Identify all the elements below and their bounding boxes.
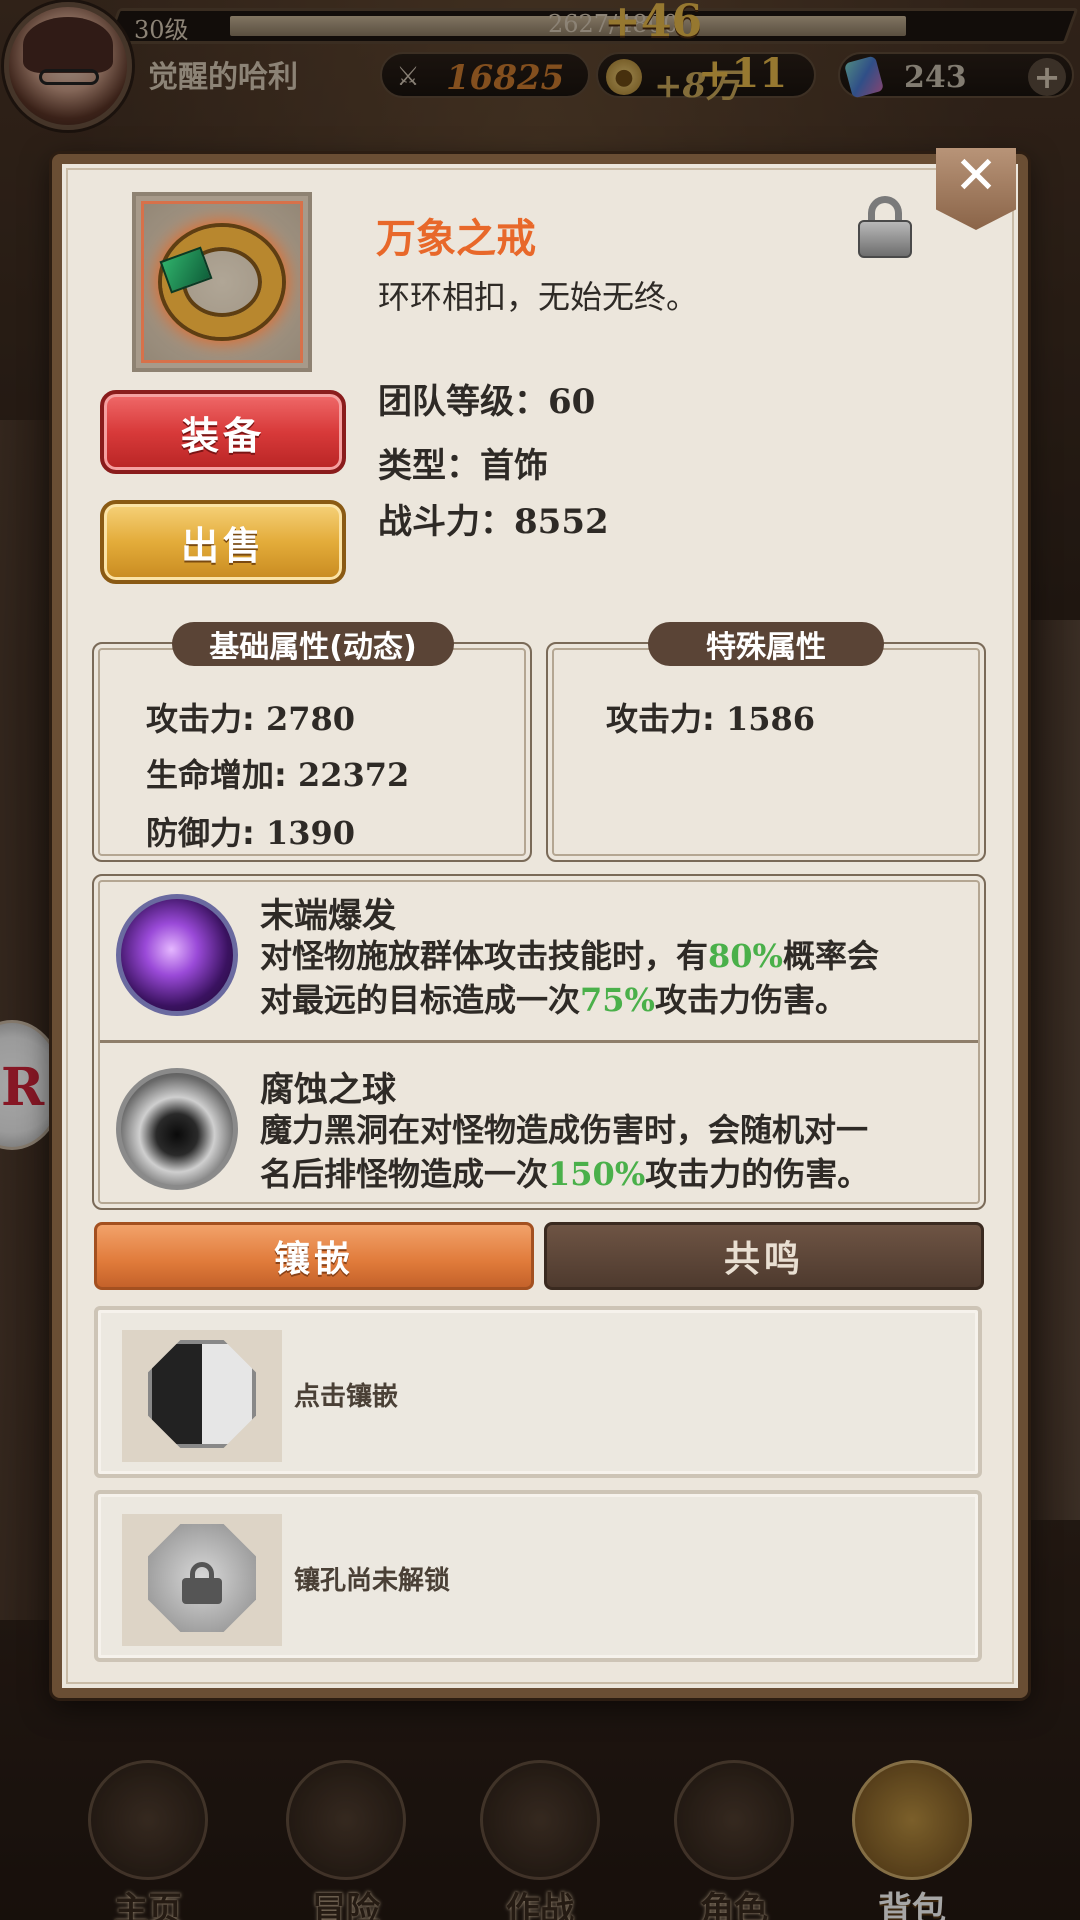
base-attributes-title: 基础属性(动态) (172, 622, 454, 666)
lock-icon[interactable] (858, 196, 912, 258)
empty-socket-icon (148, 1340, 256, 1448)
skill-name: 末端爆发 (260, 896, 396, 936)
skill-description: 魔力黑洞在对怪物造成伤害时，会随机对一 名后排怪物造成一次150%攻击力的伤害。 (260, 1108, 869, 1196)
socket-slot-empty[interactable]: 点击镶嵌 (94, 1306, 982, 1478)
attr-value: 1586 (725, 700, 816, 738)
team-level-label: 团队等级： (378, 382, 548, 422)
type-line: 类型：首饰 (378, 438, 548, 487)
skill-text-part: 魔力黑洞在对怪物造成伤害时，会随机对一 (260, 1111, 869, 1149)
special-attributes-panel (546, 642, 986, 862)
skill-text-part: 概率会 (782, 937, 879, 975)
padlock-icon (182, 1562, 222, 1604)
power-line: 战斗力：8552 (378, 494, 609, 543)
tab-resonance[interactable]: 共鸣 (544, 1222, 984, 1290)
special-attributes-title: 特殊属性 (648, 622, 884, 666)
attr-label: 攻击力: (606, 700, 715, 738)
type-value: 首饰 (480, 446, 548, 486)
attr-row: 防御力: 1390 (146, 808, 355, 854)
socket-art (122, 1514, 282, 1646)
type-label: 类型： (378, 446, 480, 486)
skills-divider (100, 1040, 978, 1043)
socket-art (122, 1330, 282, 1462)
socket-label: 点击镶嵌 (294, 1382, 399, 1412)
tab-inlay[interactable]: 镶嵌 (94, 1222, 534, 1290)
ring-gem (159, 246, 213, 294)
attr-label: 攻击力: (146, 700, 255, 738)
item-icon-frame (132, 192, 312, 372)
attr-row: 攻击力: 1586 (606, 694, 815, 740)
skill-text-part: 攻击力的伤害。 (645, 1155, 870, 1193)
skill-highlight: 80% (708, 937, 783, 975)
skill-description: 对怪物施放群体攻击技能时，有80%概率会 对最远的目标造成一次75%攻击力伤害。 (260, 934, 879, 1022)
attr-label: 生命增加: (146, 756, 287, 794)
lock-body (858, 220, 912, 258)
team-level-line: 团队等级：60 (378, 374, 595, 423)
skill-highlight: 75% (580, 981, 655, 1019)
skill-text-part: 对怪物施放群体攻击技能时，有 (260, 937, 709, 975)
attr-value: 2780 (265, 700, 356, 738)
skill-text-part: 名后排怪物造成一次 (260, 1155, 549, 1193)
skill-name: 腐蚀之球 (260, 1070, 396, 1110)
sell-button[interactable]: 出售 (100, 500, 346, 584)
attr-row: 攻击力: 2780 (146, 694, 355, 740)
ring-icon (159, 227, 282, 337)
item-icon-inner (141, 201, 303, 363)
attr-value: 22372 (297, 756, 410, 794)
socket-label: 镶孔尚未解锁 (294, 1566, 451, 1596)
attr-row: 生命增加: 22372 (146, 750, 409, 796)
item-name: 万象之戒 (376, 216, 536, 262)
team-level-value: 60 (548, 382, 596, 422)
skill-text-part: 对最远的目标造成一次 (260, 981, 581, 1019)
socket-slot-locked[interactable]: 镶孔尚未解锁 (94, 1490, 982, 1662)
skill-highlight: 150% (548, 1155, 646, 1193)
padlock-body (182, 1578, 222, 1604)
attr-label: 防御力: (146, 814, 255, 852)
item-description: 环环相扣，无始无终。 (378, 278, 699, 316)
close-icon: ✕ (954, 146, 998, 206)
black-hole-icon (116, 1068, 238, 1190)
power-label: 战斗力： (378, 502, 514, 542)
attr-value: 1390 (265, 814, 356, 852)
skill-text-part: 攻击力伤害。 (654, 981, 847, 1019)
equip-button[interactable]: 装备 (100, 390, 346, 474)
purple-skull-icon (116, 894, 238, 1016)
item-power-value: 8552 (514, 502, 609, 542)
